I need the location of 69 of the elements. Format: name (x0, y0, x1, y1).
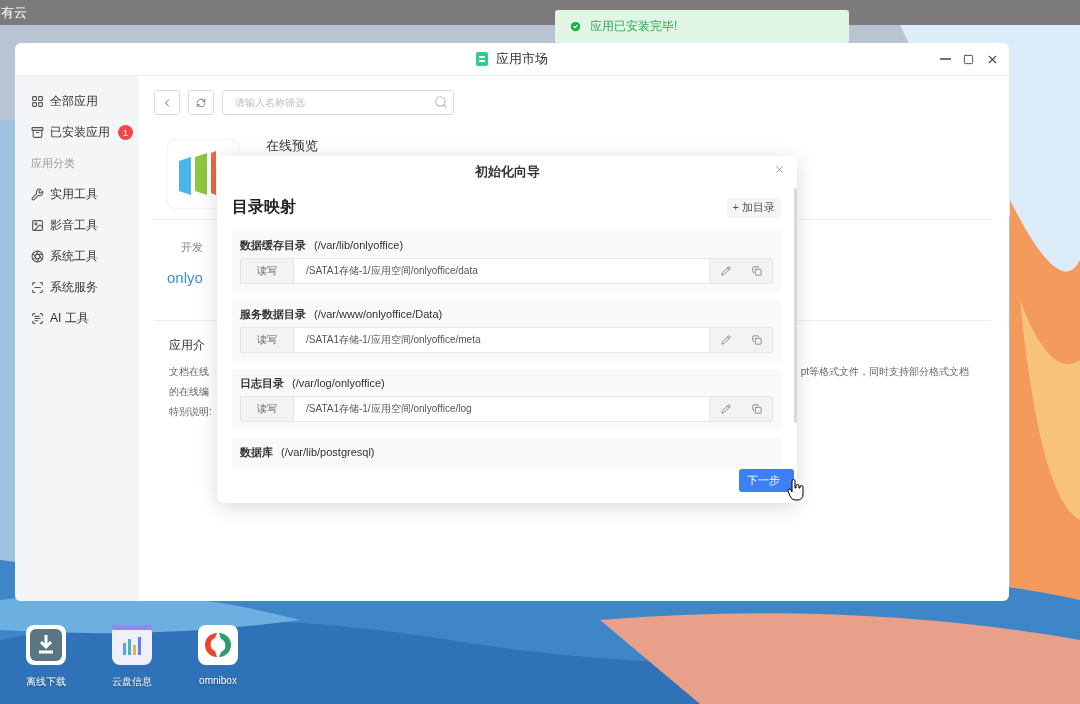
back-button[interactable] (154, 90, 180, 115)
sidebar-label: 系统服务 (50, 279, 98, 296)
category-icon (31, 188, 44, 201)
edit-button[interactable] (720, 266, 731, 276)
category-icon (31, 126, 44, 139)
window-title: 应用市场 (496, 50, 548, 68)
developer-name: onlyo (167, 269, 203, 286)
edit-button[interactable] (720, 404, 731, 414)
sidebar-label: 已安装应用 (50, 124, 110, 141)
app-label: omnibox (199, 675, 237, 686)
mode-label: 读写 (241, 397, 294, 421)
mapping-label: 服务数据目录 (/var/www/onlyoffice/Data) (240, 307, 444, 322)
path-input-group[interactable]: 读写 /SATA1存储-1/应用空间/onlyoffice/meta (240, 327, 773, 353)
copy-icon (751, 266, 762, 276)
sidebar-label: AI 工具 (50, 310, 89, 327)
minimize-icon (940, 58, 951, 60)
sidebar-label: 系统工具 (50, 248, 98, 265)
description-text: 文档在线 (169, 365, 209, 379)
search-field[interactable]: 请输入名称筛选 (222, 90, 454, 115)
count-badge: 1 (118, 125, 133, 140)
search-icon (434, 95, 448, 109)
maximize-icon (963, 53, 974, 65)
category-icon (31, 219, 44, 232)
sidebar-label: 实用工具 (50, 186, 98, 203)
bar-chart-icon[interactable] (112, 625, 152, 665)
dialog-title: 初始化向导 (474, 163, 540, 181)
close-icon (774, 164, 785, 175)
sidebar-label: 全部应用 (50, 93, 98, 110)
mapping-label: 日志目录 (/var/log/onlyoffice) (240, 376, 386, 391)
copy-button[interactable] (751, 404, 762, 414)
description-text: 特别说明: (169, 405, 212, 419)
copy-button[interactable] (751, 335, 762, 345)
check-circle-icon (569, 20, 582, 33)
pencil-icon (720, 266, 731, 276)
next-button[interactable]: 下一步 (739, 469, 794, 492)
mode-label: 读写 (241, 259, 294, 283)
sidebar-label: 影音工具 (50, 217, 98, 234)
copy-icon (751, 404, 762, 414)
category-icon (31, 312, 44, 325)
intro-heading: 应用介 (169, 337, 205, 354)
category-icon (31, 281, 44, 294)
description-text: pt等格式文件，同时支持部分格式文档 (800, 365, 969, 379)
mapping-label: 数据缓存目录 (/var/lib/onlyoffice) (240, 238, 405, 253)
sidebar-heading: 应用分类 (31, 156, 76, 171)
category-icon (31, 95, 44, 108)
pencil-icon (720, 404, 731, 414)
copy-icon (751, 335, 762, 345)
download-icon[interactable] (26, 625, 66, 665)
path-input-group[interactable]: 读写 /SATA1存储-1/应用空间/onlyoffice/log (240, 396, 773, 422)
app-title: 在线预览 (266, 139, 318, 153)
copy-button[interactable] (751, 266, 762, 276)
path-input-group[interactable]: 读写 /SATA1存储-1/应用空间/onlyoffice/data (240, 258, 773, 284)
pencil-icon (720, 335, 731, 345)
refresh-button[interactable] (188, 90, 214, 115)
description-text: 的在线编 (169, 385, 209, 399)
mode-label: 读写 (241, 328, 294, 352)
toast-message: 应用已安装完毕! (590, 18, 678, 35)
desktop-title: 有云 (1, 3, 27, 22)
app-label: 云盘信息 (112, 675, 152, 689)
section-heading: 目录映射 (232, 197, 296, 217)
edit-button[interactable] (720, 335, 731, 345)
minimize-button[interactable] (938, 56, 953, 62)
category-icon (31, 250, 44, 263)
mapping-label: 数据库 (/var/lib/postgresql) (240, 445, 376, 460)
developer-label: 开发 (181, 240, 203, 255)
app-label: 离线下载 (26, 675, 66, 689)
store-icon (476, 52, 488, 66)
refresh-icon (196, 97, 206, 108)
add-directory-button[interactable]: + 加目录 (726, 197, 781, 218)
